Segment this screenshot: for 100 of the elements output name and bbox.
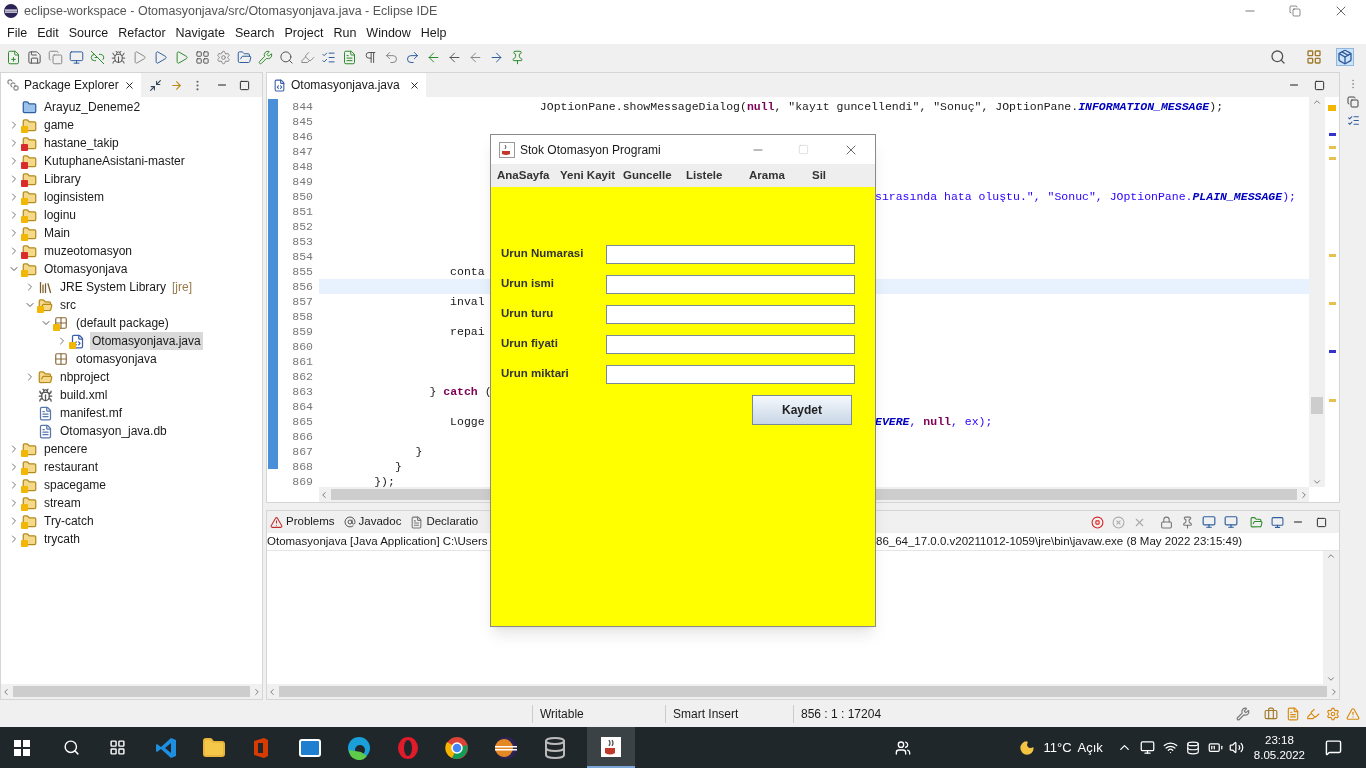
tree-item[interactable]: loginsistem xyxy=(1,188,262,206)
list-icon[interactable] xyxy=(321,49,336,65)
editor-tab[interactable]: Otomasyonjava.java xyxy=(267,73,426,97)
tree-item[interactable]: Otomasyonjava xyxy=(1,260,262,278)
menu-item[interactable]: Search xyxy=(229,23,280,43)
monitor-icon[interactable] xyxy=(1139,740,1155,755)
tree-item[interactable]: loginu xyxy=(1,206,262,224)
battery-icon[interactable] xyxy=(1207,740,1223,755)
scrollbar[interactable] xyxy=(1,684,262,699)
search-icon[interactable] xyxy=(1270,49,1286,65)
temperature-text[interactable]: 11°C xyxy=(1043,737,1072,758)
menu-item[interactable]: Refactor xyxy=(113,23,171,43)
forward-icon[interactable] xyxy=(489,49,504,65)
debug-icon[interactable] xyxy=(111,49,126,65)
search-icon[interactable] xyxy=(63,739,80,756)
tree-item[interactable]: Otomasyon_java.db xyxy=(1,422,262,440)
remove-icon[interactable] xyxy=(1112,515,1125,529)
perspective-icon[interactable] xyxy=(1306,49,1322,65)
menu-item[interactable]: File xyxy=(2,23,33,43)
folder-icon[interactable] xyxy=(202,735,226,760)
tree-item[interactable]: src xyxy=(1,296,262,314)
console-icon[interactable] xyxy=(1202,515,1216,529)
outline-icon[interactable] xyxy=(1346,114,1360,127)
tree-item[interactable]: restaurant xyxy=(1,458,262,476)
view-tab[interactable]: Package Explorer xyxy=(1,73,141,97)
menu-item[interactable]: Window xyxy=(361,23,416,43)
open-folder-icon[interactable] xyxy=(237,49,252,65)
save-all-icon[interactable] xyxy=(48,49,63,65)
tree-item[interactable]: Arayuz_Deneme2 xyxy=(1,98,262,116)
scrollbar[interactable] xyxy=(1323,551,1339,684)
task-view-icon[interactable] xyxy=(109,739,126,756)
scrollbar[interactable] xyxy=(267,684,1339,699)
dialog-menu-item[interactable]: Yeni Kayit xyxy=(560,166,623,185)
input-field[interactable] xyxy=(606,245,855,264)
back-edit-icon[interactable] xyxy=(426,49,441,65)
tree-item[interactable]: hastane_takip xyxy=(1,134,262,152)
dialog-menu-item[interactable]: Guncelle xyxy=(623,166,686,185)
gear-icon[interactable] xyxy=(216,49,231,65)
tree-item[interactable]: spacegame xyxy=(1,476,262,494)
tree-item[interactable]: trycath xyxy=(1,530,262,548)
document-icon[interactable] xyxy=(342,49,357,65)
tree-item[interactable]: build.xml xyxy=(1,386,262,404)
save-button[interactable]: Kaydet xyxy=(752,395,852,425)
tree-item[interactable]: manifest.mf xyxy=(1,404,262,422)
gear-icon[interactable] xyxy=(1326,706,1340,721)
run-icon[interactable] xyxy=(132,49,147,65)
menu-item[interactable]: Run xyxy=(328,23,362,43)
people-icon[interactable] xyxy=(895,739,912,756)
tree-item[interactable]: muzeotomasyon xyxy=(1,242,262,260)
grid-icon[interactable] xyxy=(195,49,210,65)
tree-item[interactable]: stream xyxy=(1,494,262,512)
input-field[interactable] xyxy=(606,305,855,324)
new-file-icon[interactable] xyxy=(6,49,21,65)
clock-date[interactable]: 8.05.2022 xyxy=(1253,747,1305,763)
pin-icon[interactable] xyxy=(510,49,525,65)
pin-icon[interactable] xyxy=(1181,515,1194,529)
windows-logo-icon[interactable] xyxy=(14,739,30,756)
ring-icon[interactable] xyxy=(396,735,420,760)
round-logo-icon[interactable] xyxy=(445,735,469,760)
tree-item[interactable]: otomasyonjava xyxy=(1,350,262,368)
eclipse-logo-icon[interactable] xyxy=(494,735,518,760)
tree-item[interactable]: pencere xyxy=(1,440,262,458)
maximize-icon[interactable] xyxy=(1316,516,1327,528)
tree-item[interactable]: Main xyxy=(1,224,262,242)
console-icon[interactable] xyxy=(1224,515,1238,529)
scroll-thumb[interactable] xyxy=(1311,397,1323,414)
unlink-icon[interactable] xyxy=(90,49,105,65)
display-icon[interactable] xyxy=(1271,515,1284,529)
drive-icon[interactable] xyxy=(1185,740,1200,755)
back-icon[interactable] xyxy=(468,49,483,65)
input-field[interactable] xyxy=(606,365,855,384)
briefcase-icon[interactable] xyxy=(1264,706,1278,721)
input-field[interactable] xyxy=(606,275,855,294)
maximize-icon[interactable] xyxy=(1314,79,1325,91)
view-tab[interactable]: Declaratio xyxy=(410,513,479,531)
wifi-icon[interactable] xyxy=(1162,740,1178,755)
active-app-button[interactable] xyxy=(587,727,635,768)
clock-time[interactable]: 23:18 xyxy=(1265,732,1294,748)
restore-icon[interactable] xyxy=(1347,96,1359,108)
volume-icon[interactable] xyxy=(1228,740,1244,755)
menu-item[interactable]: Navigate xyxy=(170,23,230,43)
database-icon[interactable] xyxy=(543,735,567,760)
dialog-menu-item[interactable]: Sil xyxy=(812,166,875,185)
wrench-icon[interactable] xyxy=(258,49,273,65)
close-icon[interactable] xyxy=(123,79,135,91)
menu-item[interactable]: Edit xyxy=(32,23,64,43)
maximize-icon[interactable] xyxy=(238,79,250,91)
view-tab[interactable]: Problems xyxy=(270,513,335,531)
dialog-menu-item[interactable]: Listele xyxy=(686,166,749,185)
menu-item[interactable]: Project xyxy=(279,23,329,43)
swirl-icon[interactable] xyxy=(347,735,371,760)
notification-icon[interactable] xyxy=(1325,739,1342,756)
input-field[interactable] xyxy=(606,335,855,354)
ribbon-icon[interactable] xyxy=(154,735,178,760)
close-icon[interactable] xyxy=(408,79,420,91)
restore-icon[interactable] xyxy=(1289,5,1301,17)
tree-item[interactable]: Library xyxy=(1,170,262,188)
menu-item[interactable]: Source xyxy=(63,23,114,43)
scroll-lock-icon[interactable] xyxy=(1160,515,1173,529)
menu-item[interactable]: Help xyxy=(415,23,452,43)
